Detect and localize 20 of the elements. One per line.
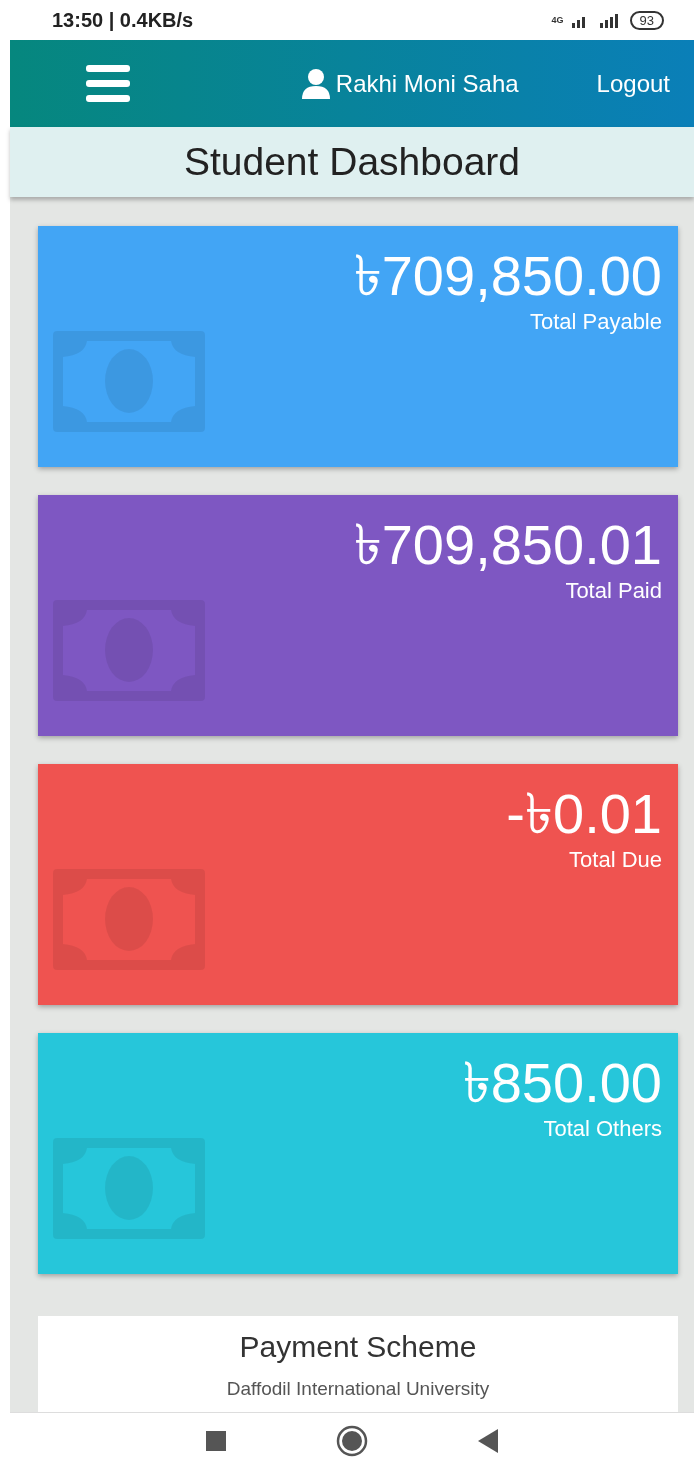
university-name: Daffodil International University	[226, 1378, 490, 1400]
logout-link[interactable]: Logout	[596, 69, 670, 98]
amount-label: Total Payable	[529, 308, 662, 336]
menu-button[interactable]	[86, 64, 130, 103]
amount: ৳850.00	[462, 1051, 662, 1115]
amount: ৳709,850.01	[353, 513, 662, 577]
amount: ৳709,850.00	[353, 244, 662, 308]
amount-label: Total Paid	[565, 577, 662, 605]
battery-level: 93	[629, 10, 664, 30]
section-title: Payment Scheme	[239, 1330, 477, 1364]
home-icon[interactable]	[336, 1425, 368, 1457]
status-time: 13:50 | 0.4KB/s	[52, 8, 194, 32]
user-name: Rakhi Moni Saha	[335, 69, 519, 98]
page-title: Student Dashboard	[183, 140, 521, 184]
amount: -৳0.01	[506, 782, 662, 846]
amount-label: Total Due	[569, 846, 662, 874]
user-icon	[301, 68, 330, 99]
amount-label: Total Others	[543, 1115, 662, 1143]
back-icon[interactable]	[478, 1429, 498, 1453]
network-type: 4G	[551, 15, 564, 25]
